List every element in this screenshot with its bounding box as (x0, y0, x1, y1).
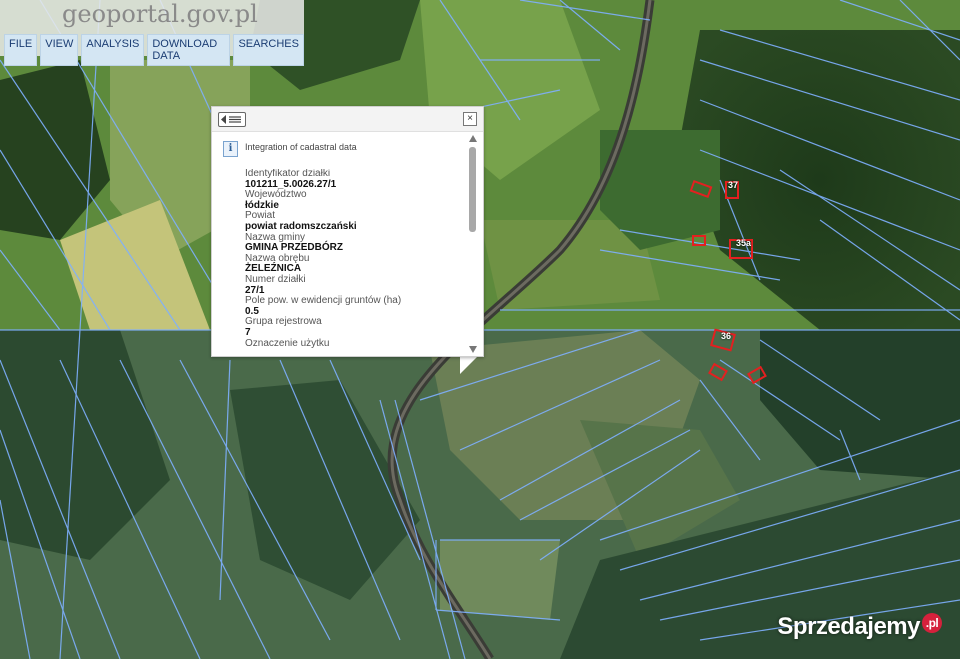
parcel-label-36: 36 (721, 331, 732, 341)
watermark-pl-badge: .pl (922, 613, 942, 633)
scroll-up-icon[interactable] (469, 135, 477, 142)
parcel-label-37: 37 (728, 180, 739, 190)
field-label: Grupa rejestrowa (245, 316, 322, 328)
menu-analysis[interactable]: ANALYSIS (81, 34, 145, 66)
header-bar: geoportal.gov.pl FILE VIEW ANALYSIS DOWN… (0, 0, 304, 66)
close-icon: × (467, 113, 473, 124)
menu-download-data[interactable]: DOWNLOAD DATA (147, 34, 231, 66)
geoportal-logo[interactable]: geoportal.gov.pl (62, 0, 258, 28)
field-value: 7 (245, 326, 251, 338)
main-menu: FILE VIEW ANALYSIS DOWNLOAD DATA SEARCHE… (4, 34, 304, 66)
field-value: powiat radomszczański (245, 220, 357, 232)
field-label: Identyfikator działki (245, 169, 331, 179)
parcel-label-35a: 35a (736, 238, 752, 248)
scroll-thumb[interactable] (469, 147, 476, 232)
watermark-text: Sprzedajemy (777, 613, 920, 640)
popup-scrollbar[interactable] (468, 135, 478, 353)
field-label: Pole pow. w ewidencji gruntów (ha) (245, 295, 402, 307)
popup-header: × (212, 107, 483, 132)
attribute-list[interactable]: Identyfikator działki 101211_5.0026.27/1… (245, 169, 465, 354)
list-back-button[interactable] (218, 112, 246, 127)
close-button[interactable]: × (463, 112, 477, 126)
menu-file[interactable]: FILE (4, 34, 38, 66)
popup-title: Integration of cadastral data (245, 142, 357, 152)
list-back-icon (221, 115, 241, 124)
cadastral-info-popup: × i Integration of cadastral data Identy… (211, 106, 484, 357)
menu-view[interactable]: VIEW (40, 34, 79, 66)
popup-pointer (460, 354, 480, 374)
field-label: Numer działki (245, 273, 306, 285)
field-value: łódzkie (245, 199, 279, 211)
sprzedajemy-watermark: Sprzedajemy .pl (777, 613, 942, 641)
field-label: Oznaczenie użytku (245, 337, 330, 349)
menu-searches[interactable]: SEARCHES (233, 34, 304, 66)
scroll-down-icon[interactable] (469, 346, 477, 353)
info-icon: i (223, 141, 238, 157)
